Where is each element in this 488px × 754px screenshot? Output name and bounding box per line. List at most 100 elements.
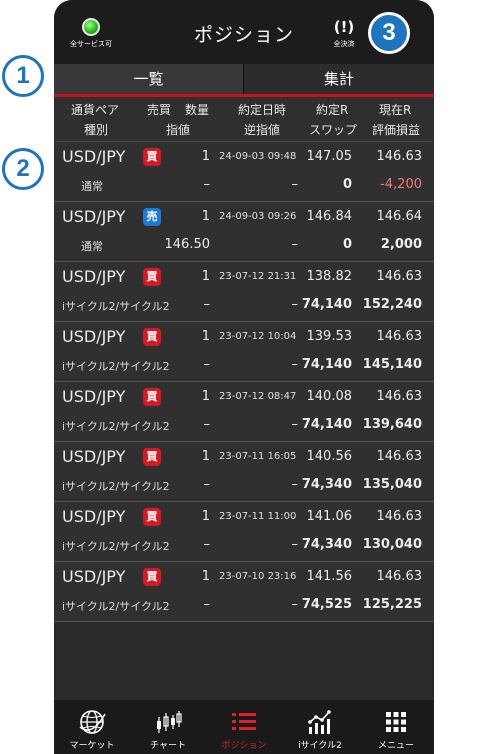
profit-loss: 125,225: [362, 597, 422, 612]
col-current: 現在R: [379, 103, 412, 117]
candlestick-icon: [130, 707, 206, 737]
swap-value: 74,140: [301, 417, 352, 432]
nav-position[interactable]: ポジション: [206, 700, 282, 754]
execution-rate: 141.06: [306, 509, 353, 524]
swap-value: 74,340: [301, 477, 352, 492]
buy-badge: 買: [143, 448, 161, 466]
currency-pair: USD/JPY: [62, 507, 126, 526]
stop-price: –: [291, 597, 299, 612]
phone-screen: 全サービス可 ポジション (!) 全決済 一覧 集計 通貨ペア 売買 数量 約定…: [54, 0, 434, 754]
buy-badge: 買: [143, 268, 161, 286]
settle-all-button[interactable]: (!) 全決済: [322, 18, 366, 49]
sell-badge: 売: [143, 208, 161, 226]
swap-value: 74,140: [301, 297, 352, 312]
col-pair: 通貨ペア: [71, 103, 120, 117]
order-type: 通常: [81, 180, 103, 193]
nav-menu-label: メニュー: [377, 741, 414, 751]
column-header: 通貨ペア 売買 数量 約定日時 約定R 現在R 種別 指値 逆指値 スワップ 評…: [54, 97, 434, 142]
col-type: 種別: [84, 123, 109, 137]
execution-rate: 139.53: [306, 329, 353, 344]
execution-date: 24-09-03 09:26: [219, 211, 297, 222]
limit-price: –: [203, 537, 211, 552]
position-row[interactable]: USD/JPY 買 1 23-07-11 16:05 140.56 146.63…: [54, 442, 434, 502]
position-row[interactable]: USD/JPY 買 1 24-09-03 09:48 147.05 146.63…: [54, 142, 434, 202]
current-rate: 146.63: [376, 329, 423, 344]
bottom-nav: マーケット チャート ポジション iサイクル2 メニュー: [54, 700, 434, 754]
current-rate: 146.64: [376, 209, 423, 224]
stop-price: –: [291, 297, 299, 312]
settle-all-label: 全決済: [333, 40, 355, 48]
quantity: 1: [201, 329, 210, 344]
currency-pair: USD/JPY: [62, 447, 126, 466]
col-qty: 数量: [185, 103, 210, 117]
limit-price: –: [203, 597, 211, 612]
stop-price: –: [291, 417, 299, 432]
limit-price: –: [203, 357, 211, 372]
position-row[interactable]: USD/JPY 買 1 23-07-10 23:16 141.56 146.63…: [54, 562, 434, 622]
current-rate: 146.63: [376, 149, 423, 164]
quantity: 1: [201, 209, 210, 224]
execution-date: 23-07-11 16:05: [219, 451, 297, 462]
nav-chart[interactable]: チャート: [130, 700, 206, 754]
limit-price: –: [203, 417, 211, 432]
quantity: 1: [201, 149, 210, 164]
execution-date: 23-07-12 08:47: [219, 391, 297, 402]
quantity: 1: [201, 509, 210, 524]
globe-icon: [54, 707, 130, 737]
profit-loss: 152,240: [362, 297, 422, 312]
position-row[interactable]: USD/JPY 買 1 23-07-12 21:31 138.82 146.63…: [54, 262, 434, 322]
col-stop: 逆指値: [244, 123, 281, 137]
execution-rate: 141.56: [306, 569, 353, 584]
execution-rate: 138.82: [306, 269, 353, 284]
swap-value: 74,140: [301, 357, 352, 372]
quantity: 1: [201, 449, 210, 464]
stop-price: –: [291, 477, 299, 492]
tab-summary[interactable]: 集計: [244, 64, 434, 97]
buy-badge: 買: [143, 508, 161, 526]
current-rate: 146.63: [376, 569, 423, 584]
buy-badge: 買: [143, 388, 161, 406]
callout-3: 3: [368, 12, 410, 54]
stop-price: –: [291, 537, 299, 552]
execution-rate: 140.08: [306, 389, 353, 404]
nav-position-label: ポジション: [221, 741, 267, 751]
position-list: USD/JPY 買 1 24-09-03 09:48 147.05 146.63…: [54, 142, 434, 622]
col-pl: 評価損益: [372, 123, 421, 137]
nav-menu[interactable]: メニュー: [358, 700, 434, 754]
current-rate: 146.63: [376, 449, 423, 464]
nav-market-label: マーケット: [69, 741, 115, 751]
limit-price: 146.50: [164, 237, 211, 252]
quantity: 1: [201, 269, 210, 284]
execution-date: 23-07-12 21:31: [219, 271, 297, 282]
tab-bar: 一覧 集計: [54, 64, 434, 97]
tab-list[interactable]: 一覧: [54, 64, 243, 97]
profit-loss: 139,640: [362, 417, 422, 432]
profit-loss: 135,040: [362, 477, 422, 492]
currency-pair: USD/JPY: [62, 147, 126, 166]
current-rate: 146.63: [376, 389, 423, 404]
execution-rate: 147.05: [306, 149, 353, 164]
position-row[interactable]: USD/JPY 売 1 24-09-03 09:26 146.84 146.64…: [54, 202, 434, 262]
nav-icycle2[interactable]: iサイクル2: [282, 700, 358, 754]
order-type: 通常: [81, 240, 103, 253]
profit-loss: 145,140: [362, 357, 422, 372]
execution-date: 23-07-11 11:00: [219, 511, 297, 522]
quantity: 1: [201, 389, 210, 404]
execution-rate: 146.84: [306, 209, 353, 224]
current-rate: 146.63: [376, 269, 423, 284]
profit-loss: 2,000: [380, 237, 422, 252]
quantity: 1: [201, 569, 210, 584]
current-rate: 146.63: [376, 509, 423, 524]
col-date: 約定日時: [238, 103, 287, 117]
nav-market[interactable]: マーケット: [54, 700, 130, 754]
swap-value: 0: [342, 237, 352, 252]
position-row[interactable]: USD/JPY 買 1 23-07-12 08:47 140.08 146.63…: [54, 382, 434, 442]
execution-rate: 140.56: [306, 449, 353, 464]
position-row[interactable]: USD/JPY 買 1 23-07-11 11:00 141.06 146.63…: [54, 502, 434, 562]
position-row[interactable]: USD/JPY 買 1 23-07-12 10:04 139.53 146.63…: [54, 322, 434, 382]
stop-price: –: [291, 177, 299, 192]
buy-badge: 買: [143, 148, 161, 166]
currency-pair: USD/JPY: [62, 327, 126, 346]
swap-value: 74,340: [301, 537, 352, 552]
profit-loss: 130,040: [362, 537, 422, 552]
